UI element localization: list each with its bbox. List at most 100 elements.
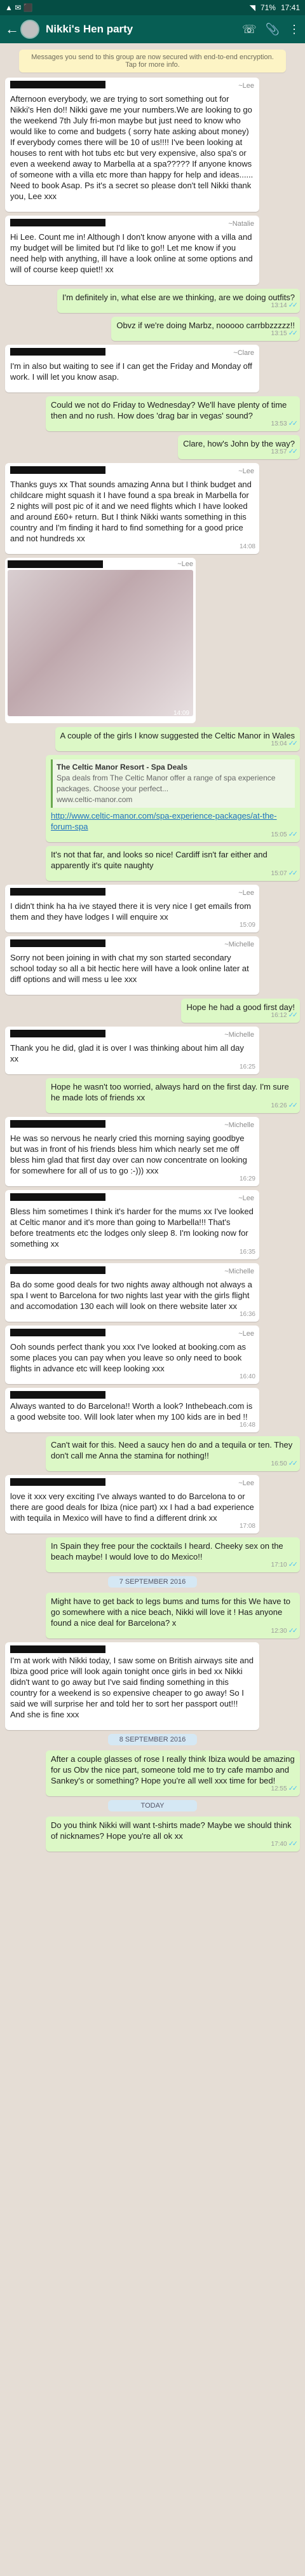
sender-name: ~Michelle [224,1031,254,1039]
message-timestamp: 13:53 ✓✓ [271,419,299,429]
incoming-message[interactable]: ~Michelle Ba do some good deals for two n… [5,1263,259,1322]
message-list[interactable]: Messages you send to this group are now … [0,43,305,2576]
read-ticks-icon: ✓✓ [288,1627,299,1635]
message-text: Can't wait for this. Need a saucy hen do… [51,1440,293,1460]
message-row: ~Lee Afternoon everybody, we are trying t… [5,78,300,212]
outgoing-message[interactable]: Do you think Nikki will want t-shirts ma… [46,1817,300,1852]
incoming-message[interactable]: ~Lee Afternoon everybody, we are trying t… [5,78,259,212]
message-row: It's not that far, and looks so nice! Ca… [5,846,300,881]
sender-name: ~Lee [238,467,254,475]
message-row: Obvz if we're doing Marbz, nooooo carrbb… [5,317,300,341]
incoming-message[interactable]: ~Lee Thanks guys xx That sounds amazing A… [5,463,259,554]
sender-line: ~Michelle [10,1266,254,1277]
sender-name: ~Natalie [228,220,254,228]
redacted-phone-number [10,219,105,226]
sender-line: ~Clare [10,348,254,359]
sender-name: ~Lee [238,1479,254,1487]
outgoing-message[interactable]: Hope he had a good first day! 16:12 ✓✓ [181,999,300,1023]
outgoing-message[interactable]: Obvz if we're doing Marbz, nooooo carrbb… [111,317,300,341]
message-text: I didn't think ha ha ive stayed there it… [10,901,251,922]
incoming-message[interactable]: ~Clare I'm in also but waiting to see if … [5,345,259,392]
incoming-message[interactable]: ~Lee love it xxx very exciting I've alway… [5,1475,259,1534]
link-preview[interactable]: The Celtic Manor Resort - Spa Deals Spa d… [51,759,295,808]
read-ticks-icon: ✓✓ [288,1011,299,1019]
sender-line: ~Lee [10,1329,254,1340]
sender-name: ~Lee [238,1195,254,1202]
message-row: After a couple glasses of rose I really … [5,1750,300,1796]
read-ticks-icon: ✓✓ [288,1840,299,1848]
message-timestamp: 15:04 ✓✓ [271,738,299,749]
incoming-message[interactable]: ~Lee Ooh sounds perfect thank you xxx I'v… [5,1326,259,1384]
outgoing-message[interactable]: The Celtic Manor Resort - Spa Deals Spa d… [46,755,300,842]
back-arrow-icon[interactable]: ← [5,21,20,38]
chat-title[interactable]: Nikki's Hen party [46,23,242,36]
incoming-message[interactable]: ~Michelle Thank you he did, glad it is ov… [5,1027,259,1074]
outgoing-message[interactable]: I'm definitely in, what else are we thin… [57,289,300,313]
incoming-message[interactable]: ~Natalie Hi Lee. Count me in! Although I … [5,216,259,285]
read-ticks-icon: ✓✓ [288,1561,299,1568]
outgoing-message[interactable]: After a couple glasses of rose I really … [46,1750,300,1796]
outgoing-message[interactable]: Might have to get back to legs bums and … [46,1593,300,1638]
call-icon[interactable]: ☏ [242,23,257,36]
outgoing-message[interactable]: Clare, how's John by the way? 13:57 ✓✓ [178,435,300,459]
attach-icon[interactable]: 📎 [266,23,280,36]
message-text: I'm definitely in, what else are we thin… [62,293,295,302]
shared-photo[interactable] [8,570,193,716]
message-link[interactable]: http://www.celtic-manor.com/spa-experien… [51,810,295,832]
incoming-message[interactable]: ~Lee Bless him sometimes I think it's har… [5,1190,259,1259]
link-title: The Celtic Manor Resort - Spa Deals [57,763,188,772]
outgoing-message[interactable]: Can't wait for this. Need a saucy hen do… [46,1436,300,1471]
outgoing-message[interactable]: In Spain they free pour the cocktails I … [46,1537,300,1572]
message-text: He was so nervous he nearly cried this m… [10,1133,247,1175]
redacted-phone-number [10,1120,105,1128]
message-text: Could we not do Friday to Wednesday? We'… [51,400,287,420]
more-menu-icon[interactable]: ⋮ [288,23,300,36]
message-row: Clare, how's John by the way? 13:57 ✓✓ [5,435,300,459]
incoming-message[interactable]: ~Lee I didn't think ha ha ive stayed ther… [5,885,259,932]
read-ticks-icon: ✓✓ [288,1785,299,1792]
incoming-message[interactable]: ~Michelle Sorry not been joining in with … [5,936,259,995]
incoming-message[interactable]: I'm at work with Nikki today, I saw some… [5,1642,259,1730]
wifi-icon: ◥ [249,3,255,12]
message-row: Always wanted to do Barcelona!! Worth a … [5,1388,300,1432]
message-row: The Celtic Manor Resort - Spa Deals Spa d… [5,755,300,842]
outgoing-message[interactable]: It's not that far, and looks so nice! Ca… [46,846,300,881]
redacted-phone-number [10,1329,105,1336]
message-text: Afternoon everybody, we are trying to so… [10,94,254,201]
message-row: ~Michelle Sorry not been joining in with … [5,936,300,995]
outgoing-message[interactable]: Hope he wasn't too worried, always hard … [46,1078,300,1113]
incoming-message[interactable]: ~Lee 14:09 [5,558,196,723]
message-timestamp: 13:15 ✓✓ [271,328,299,339]
message-timestamp: 16:36 [239,1311,255,1318]
incoming-message[interactable]: ~Michelle He was so nervous he nearly cri… [5,1117,259,1186]
sender-name: ~Michelle [224,1121,254,1129]
message-row: ~Lee Thanks guys xx That sounds amazing A… [5,463,300,554]
group-avatar[interactable] [20,20,39,39]
message-timestamp: 16:40 [239,1373,255,1380]
message-row: A couple of the girls I know suggested t… [5,727,300,751]
redacted-phone-number [10,466,105,474]
sender-line: ~Michelle [10,939,254,950]
sender-line: ~Lee [10,1193,254,1204]
redacted-phone-number [10,939,105,947]
sender-line: ~Lee [10,466,254,477]
signal-icon: ▲ ✉ ⬛ [5,3,33,12]
message-row: ~Lee 14:09 [5,558,300,723]
outgoing-message[interactable]: A couple of the girls I know suggested t… [55,727,300,751]
sender-line [10,1391,254,1399]
message-timestamp: 15:07 ✓✓ [271,868,299,879]
message-text: Hi Lee. Count me in! Although I don't kn… [10,232,253,274]
outgoing-message[interactable]: Could we not do Friday to Wednesday? We'… [46,396,300,431]
message-text: Ba do some good deals for two nights awa… [10,1280,252,1311]
battery-level: 71% [260,3,276,12]
incoming-message[interactable]: Always wanted to do Barcelona!! Worth a … [5,1388,259,1432]
message-text: Sorry not been joining in with chat my s… [10,953,249,984]
message-text: I'm at work with Nikki today, I saw some… [10,1656,254,1719]
encryption-notice[interactable]: Messages you send to this group are now … [19,50,286,73]
message-text: A couple of the girls I know suggested t… [60,731,295,740]
message-row: Could we not do Friday to Wednesday? We'… [5,396,300,431]
date-divider: 8 SEPTEMBER 2016 [108,1734,197,1745]
redacted-phone-number [10,348,105,356]
read-ticks-icon: ✓✓ [288,420,299,427]
message-timestamp: 16:29 [239,1175,255,1182]
